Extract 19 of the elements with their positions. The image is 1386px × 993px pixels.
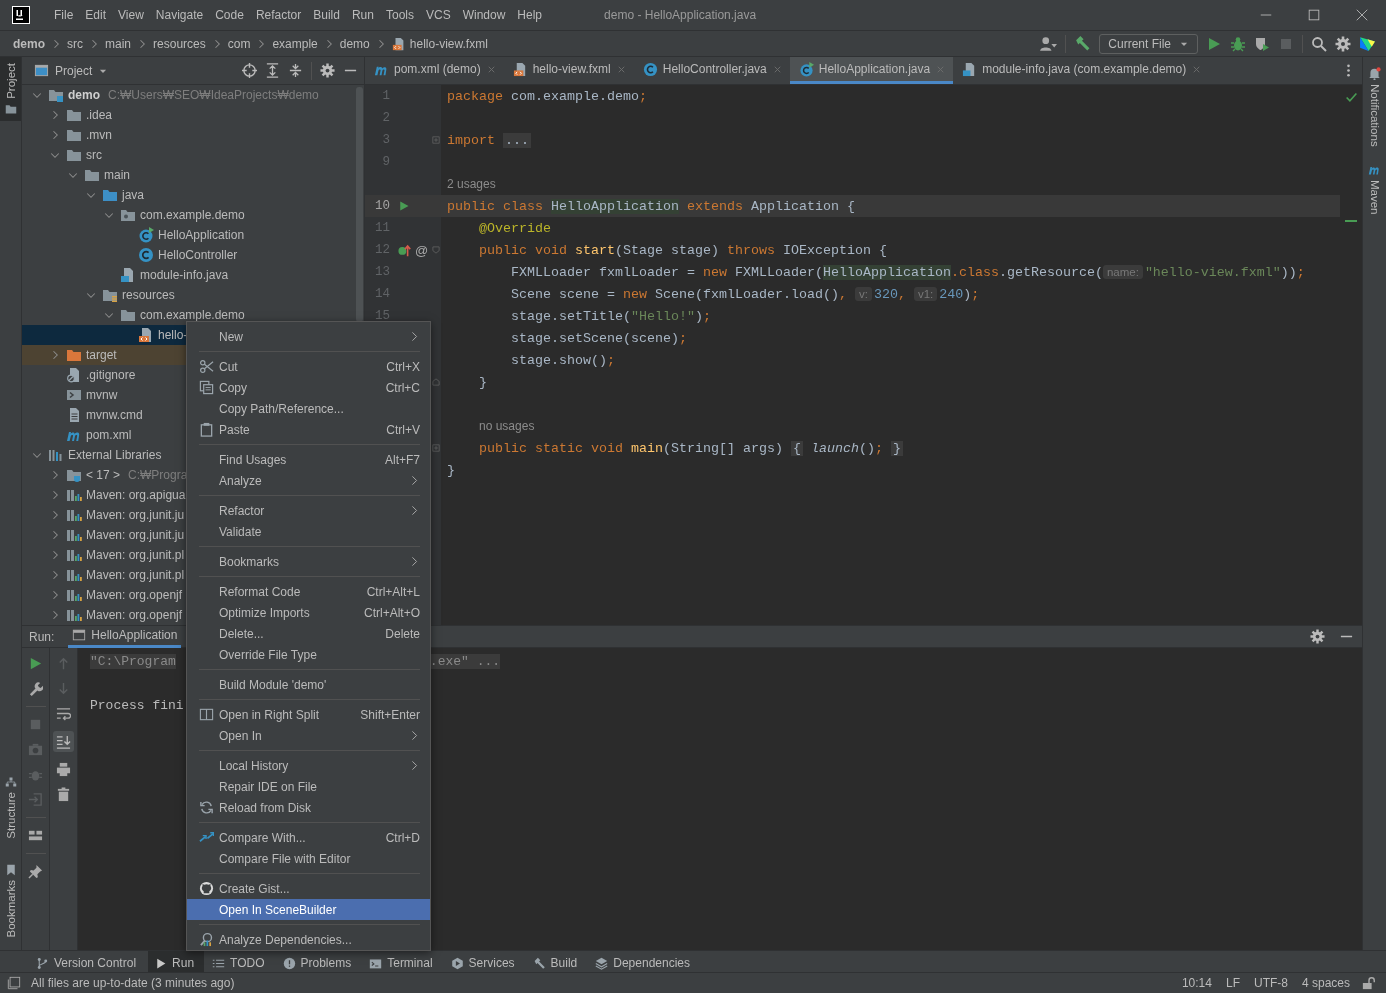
console-output: Process fini — [90, 697, 184, 713]
code-line: stage.setScene(scene); — [510, 329, 688, 348]
code-line: } — [446, 461, 456, 480]
window-title: demo - HelloApplication.java — [604, 8, 757, 22]
code-line: import ... — [446, 131, 532, 150]
code-line: Scene scene = new Scene(fxmlLoader.load(), v: 320, v1: 240); — [510, 285, 981, 304]
code-line: stage.setTitle("Hello!"); — [510, 307, 712, 326]
code-line: public static void main(String[] args) { launch(); } — [478, 439, 904, 458]
code-line: stage.show(); — [510, 351, 616, 370]
line-number: 10 — [374, 199, 390, 213]
code-line: @Override — [478, 219, 552, 238]
command-line-text: "C:\Program — [90, 653, 176, 669]
code-line: package com.example.demo; — [446, 87, 648, 106]
code-line: FXMLLoader fxmlLoader = new FXMLLoader(HelloApplication.class.getResource( name: "hello-view.fxml")); — [510, 263, 1306, 282]
status-message: All files are up-to-date (3 minutes ago) — [31, 976, 235, 990]
code-line: public void start(Stage stage) throws IOException { — [478, 241, 888, 260]
command-line-text: .exe" ... — [429, 653, 501, 669]
code-line: } — [478, 373, 488, 392]
panel-label: Run: — [29, 629, 55, 644]
